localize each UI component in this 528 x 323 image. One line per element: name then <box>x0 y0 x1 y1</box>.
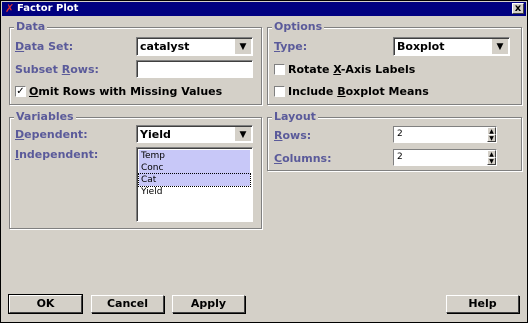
omit-rows-checkbox[interactable]: ✓ <box>15 86 26 97</box>
data-set-label: Data Set: <box>15 40 74 53</box>
columns-label: Columns: <box>274 152 332 165</box>
app-icon: ✗ <box>5 2 15 15</box>
options-group: Options Type: Boxplot ▼ Rotate X-Axis La… <box>267 20 522 105</box>
rows-value: 2 <box>397 129 403 139</box>
window-title: Factor Plot <box>17 3 79 14</box>
columns-spinner[interactable]: 2 ▲ ▼ <box>393 149 497 166</box>
omit-rows-label[interactable]: Omit Rows with Missing Values <box>29 85 222 98</box>
chevron-down-icon[interactable]: ▼ <box>235 127 251 141</box>
independent-label: Independent: <box>15 148 99 161</box>
boxplot-means-checkbox[interactable] <box>274 86 285 97</box>
variables-group: Variables Dependent: Yield ▼ Independent… <box>9 110 262 229</box>
spin-down-icon[interactable]: ▼ <box>487 134 496 142</box>
independent-listbox[interactable]: Temp Conc Cat Yield <box>136 147 253 222</box>
chevron-down-icon[interactable]: ▼ <box>235 39 251 54</box>
dependent-combo[interactable]: Yield ▼ <box>136 125 253 143</box>
ok-button[interactable]: OK <box>8 294 83 314</box>
title-bar[interactable]: ✗ Factor Plot x <box>2 2 526 16</box>
data-group-title: Data <box>14 20 48 33</box>
list-item[interactable]: Cat <box>138 173 251 187</box>
data-group: Data Data Set: catalyst ▼ Subset Rows: ✓… <box>9 20 262 105</box>
list-item[interactable]: Conc <box>139 162 250 174</box>
list-item[interactable]: Yield <box>139 186 250 198</box>
chevron-down-icon[interactable]: ▼ <box>492 39 508 54</box>
dependent-label: Dependent: <box>15 128 88 141</box>
close-button[interactable]: x <box>512 3 524 14</box>
cancel-button[interactable]: Cancel <box>91 295 164 313</box>
rotate-labels-checkbox[interactable] <box>274 64 285 75</box>
boxplot-means-label[interactable]: Include Boxplot Means <box>288 85 429 98</box>
subset-rows-input[interactable] <box>136 60 253 78</box>
factor-plot-dialog: ✗ Factor Plot x Data Data Set: catalyst … <box>0 0 528 323</box>
spin-down-icon[interactable]: ▼ <box>487 157 496 165</box>
subset-rows-label: Subset Rows: <box>15 63 99 76</box>
variables-group-title: Variables <box>14 110 76 123</box>
data-set-combo[interactable]: catalyst ▼ <box>136 37 253 56</box>
help-button[interactable]: Help <box>446 295 519 313</box>
layout-group-title: Layout <box>272 110 318 123</box>
list-item[interactable]: Temp <box>139 150 250 162</box>
type-label: Type: <box>274 40 308 53</box>
rotate-labels-label[interactable]: Rotate X-Axis Labels <box>288 63 415 76</box>
data-set-value: catalyst <box>140 40 190 53</box>
layout-group: Layout Rows: 2 ▲ ▼ Columns: 2 ▲ ▼ <box>267 110 522 171</box>
dependent-value: Yield <box>140 128 171 141</box>
options-group-title: Options <box>272 20 325 33</box>
type-combo[interactable]: Boxplot ▼ <box>393 37 510 56</box>
rows-label: Rows: <box>274 129 312 142</box>
columns-value: 2 <box>397 152 403 162</box>
type-value: Boxplot <box>397 40 445 53</box>
apply-button[interactable]: Apply <box>172 295 245 313</box>
rows-spinner[interactable]: 2 ▲ ▼ <box>393 126 497 143</box>
